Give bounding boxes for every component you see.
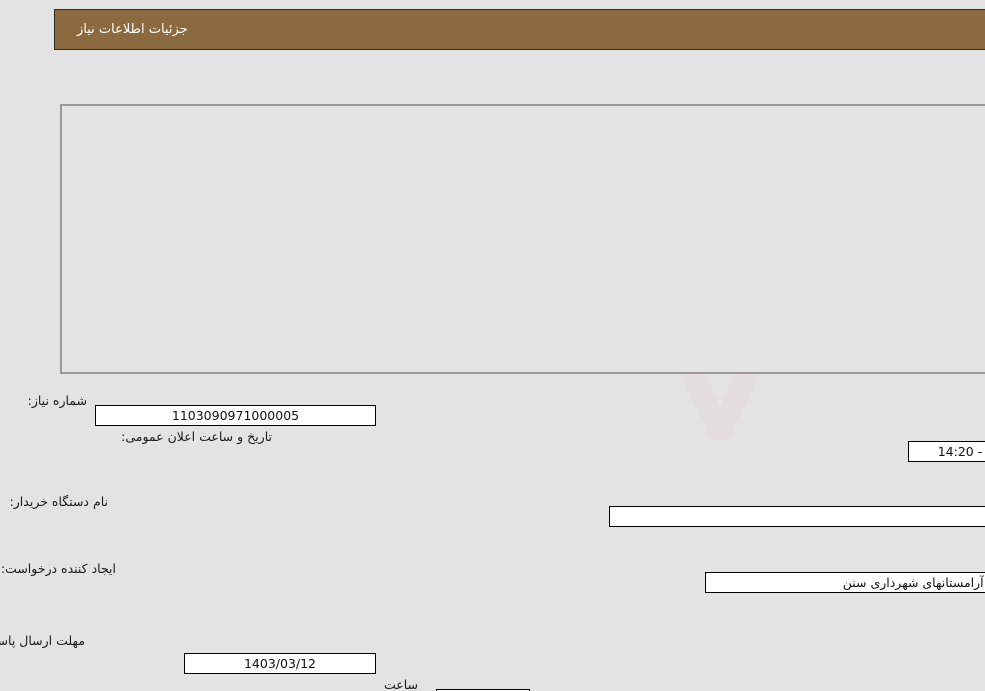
buyer-org-value[interactable]: سازمان آرامستانهای شهرداری سنندج: [609, 506, 985, 527]
deadline-date-value[interactable]: 1403/03/12: [184, 653, 376, 674]
need-number-value[interactable]: 1103090971000005: [95, 405, 376, 426]
creator-label: ایجاد کننده درخواست:: [0, 561, 116, 576]
hour-label: ساعت: [383, 677, 418, 691]
buyer-contact-link[interactable]: اطلاعات تماس خریدار: [155, 596, 985, 611]
deadline-label: مهلت ارسال پاسخ: تا تاریخ:: [0, 633, 85, 648]
announce-datetime-value[interactable]: 1403/03/08 - 14:20: [908, 441, 985, 462]
page-title: جزئیات اطلاعات نیاز: [77, 22, 188, 37]
need-number-label: شماره نیاز:: [27, 393, 87, 408]
creator-value[interactable]: صباح جعفری سر پرست کار پردازی سازمان ساز…: [705, 572, 985, 593]
buyer-org-label: نام دستگاه خریدار:: [9, 494, 108, 509]
need-info-panel: [60, 104, 985, 374]
page-header-bar: جزئیات اطلاعات نیاز: [54, 9, 985, 50]
need-details-page: AriaTender.net جزئیات اطلاعات نیاز شماره…: [0, 0, 985, 691]
